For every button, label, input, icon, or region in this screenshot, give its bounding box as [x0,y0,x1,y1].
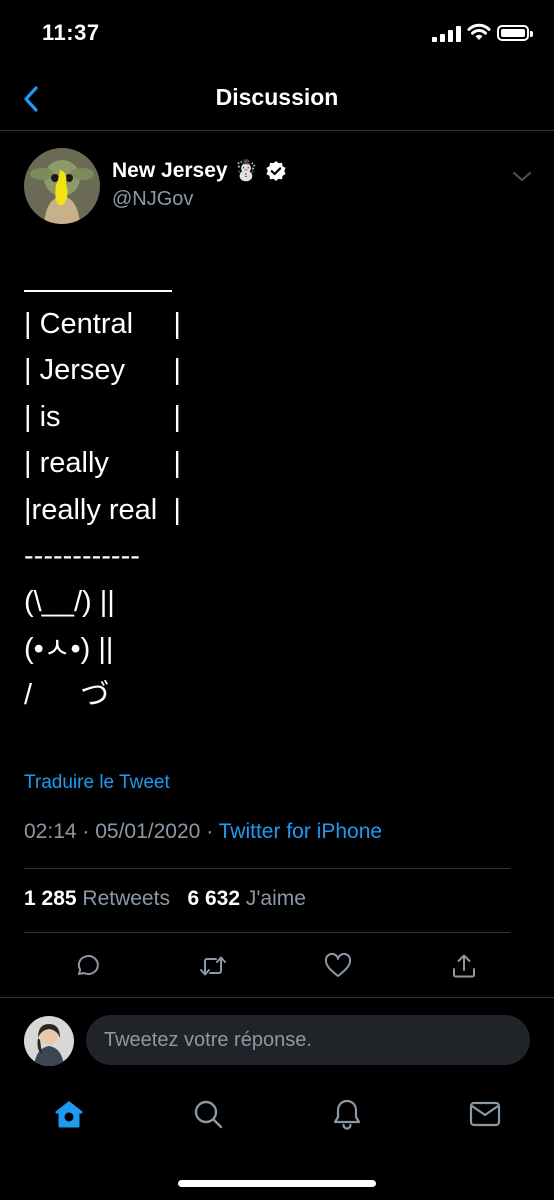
tweet-text-line: | is | [24,400,181,433]
heart-icon [324,952,352,977]
retweets-count: 1 285 [24,887,77,910]
avatar-image [24,1016,74,1066]
likes-count: 6 632 [187,887,241,910]
battery-icon [497,25,533,41]
retweet-button[interactable] [197,950,229,982]
author-name-text: New Jersey [112,158,228,182]
chevron-down-icon[interactable] [510,166,534,186]
reply-button[interactable] [71,950,103,982]
bell-icon [333,1099,361,1130]
tweet-date: 05/01/2020 [95,820,201,843]
text-underline-rule [24,290,172,292]
current-user-avatar[interactable] [24,1016,74,1066]
tab-messages[interactable] [465,1094,505,1134]
tweet-text-line: ------------ [24,540,140,573]
engagement-stats: 1 285 Retweets 6 632 J'aime [24,887,306,911]
tweet-text-line: | Central | [24,308,181,340]
divider [24,868,510,869]
author-name[interactable]: New Jersey ☃️ [112,158,287,183]
tab-notifications[interactable] [327,1094,367,1134]
home-indicator[interactable] [178,1180,376,1187]
tweet-text-line: |really real | [24,493,181,526]
status-bar: 11:37 [0,0,554,70]
separator-dot: · [206,820,219,843]
tweet-actions [0,940,554,992]
snowman-emoji: ☃️ [233,160,259,182]
avatar-image [24,148,100,224]
cellular-signal-icon [432,26,461,42]
retweet-icon [200,956,226,976]
divider [24,932,510,933]
mail-icon [469,1101,501,1127]
likes-label: J'aime [245,887,306,910]
tab-search[interactable] [188,1094,228,1134]
tab-bar [0,1082,554,1152]
status-time: 11:37 [42,20,100,45]
tweet-header: New Jersey ☃️ @NJGov [24,148,534,228]
share-icon [453,954,475,978]
reply-icon [77,955,99,975]
retweets-stat[interactable]: 1 285 Retweets [24,887,176,910]
tweet-metadata: 02:14 · 05/01/2020 · Twitter for iPhone [24,820,382,844]
tweet-time: 02:14 [24,820,77,843]
like-button[interactable] [322,950,354,982]
reply-composer [0,1000,554,1080]
tweet-text-line: | Jersey | [24,354,181,387]
tweet-text-line: / づ [24,679,110,712]
home-icon [55,1101,83,1128]
divider [0,997,554,998]
reply-input[interactable] [86,1015,530,1065]
separator-dot: · [82,820,96,843]
tweet-text-line: (\__/) || [24,586,115,619]
author-avatar[interactable] [24,148,100,224]
share-button[interactable] [448,950,480,982]
tweet-text: | Central | | Jersey | | is | | really |… [24,301,534,719]
likes-stat[interactable]: 6 632 J'aime [187,887,305,910]
retweets-label: Retweets [82,887,170,910]
translate-tweet-link[interactable]: Traduire le Tweet [24,772,170,794]
verified-badge-icon [265,160,286,181]
navigation-bar: Discussion [0,70,554,131]
wifi-icon [467,23,491,40]
tab-home[interactable] [49,1094,89,1134]
page-title: Discussion [215,84,339,110]
search-icon [194,1100,223,1129]
author-handle[interactable]: @NJGov [112,188,193,211]
tweet-source-link[interactable]: Twitter for iPhone [219,820,382,843]
tweet-text-line: | really | [24,447,181,480]
tweet-text-line: (•ㅅ•) || [24,632,114,665]
